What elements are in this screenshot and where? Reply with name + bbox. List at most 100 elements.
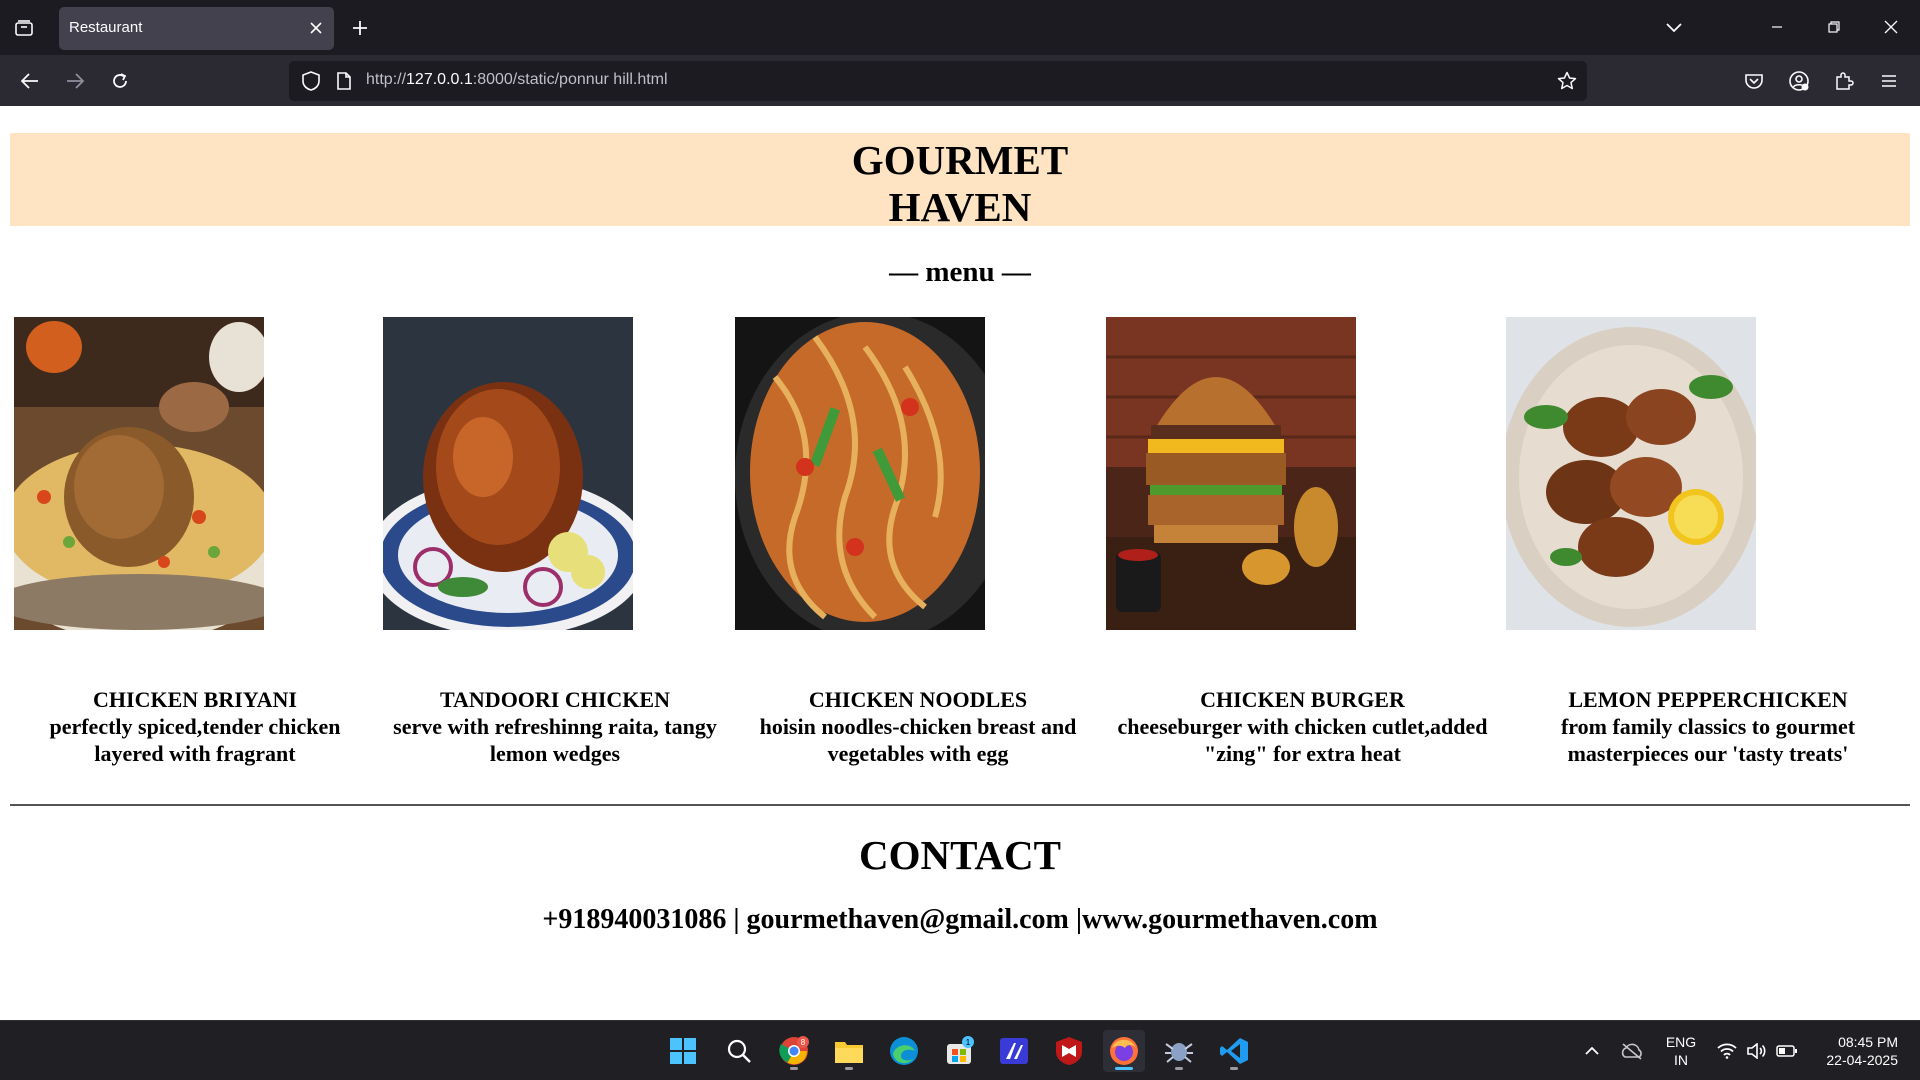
tab-list-icon <box>15 20 33 36</box>
close-window-button[interactable] <box>1868 10 1914 44</box>
noodles-photo <box>735 317 985 630</box>
restore-button[interactable] <box>1811 10 1857 44</box>
close-icon <box>310 22 322 34</box>
chrome-badge: 8 <box>801 1038 806 1047</box>
back-button[interactable] <box>14 65 46 97</box>
ms-store-icon: 1 <box>947 1036 974 1064</box>
dish-caption-4: CHICKEN BURGER cheeseburger with chicken… <box>1100 686 1505 767</box>
tracking-protection-button[interactable] <box>299 69 323 93</box>
dish-image-lemon-pepperchicken <box>1506 317 1756 630</box>
mcafee-icon <box>1056 1037 1082 1065</box>
hamburger-menu-icon <box>1882 75 1896 87</box>
dish-caption-5: LEMON PEPPERCHICKEN from family classics… <box>1528 686 1888 767</box>
taskbar-chrome[interactable]: 8 <box>773 1030 815 1072</box>
battery-tray[interactable] <box>1775 1039 1799 1063</box>
page-icon <box>337 72 351 90</box>
account-button[interactable] <box>1783 65 1815 97</box>
input-language-indicator[interactable]: ENG IN <box>1664 1033 1698 1069</box>
site-info-button[interactable] <box>332 69 356 93</box>
web-page: GOURMET HAVEN — menu — CHICKEN BRIYANI p… <box>0 106 1920 1020</box>
tab-list-button[interactable] <box>10 14 38 42</box>
edge-icon <box>890 1037 918 1065</box>
start-button[interactable] <box>662 1030 704 1072</box>
new-tab-button[interactable] <box>346 14 374 42</box>
windows-start-icon <box>670 1038 696 1064</box>
clock-time: 08:45 PM <box>1838 1034 1898 1050</box>
store-badge: 1 <box>966 1038 971 1047</box>
taskbar-edge[interactable] <box>883 1030 925 1072</box>
dish-description: serve with refreshinng raita, tangy lemo… <box>393 714 717 766</box>
dish-description: hoisin noodles-chicken breast and vegeta… <box>759 714 1077 766</box>
bug-app-icon <box>1165 1043 1193 1063</box>
browser-tabstrip: Restaurant <box>0 0 1920 55</box>
vscode-icon <box>1220 1038 1248 1064</box>
url-path: :8000/static/ponnur hill.html <box>472 71 668 88</box>
onedrive-tray[interactable] <box>1620 1039 1644 1063</box>
url-text[interactable]: http://127.0.0.1:8000/static/ponnur hill… <box>366 71 668 89</box>
url-bar[interactable]: http://127.0.0.1:8000/static/ponnur hill… <box>289 61 1587 101</box>
lang-line2: IN <box>1674 1052 1688 1068</box>
app-menu-button[interactable] <box>1873 65 1905 97</box>
dish-name: CHICKEN BRIYANI <box>93 687 297 712</box>
menu-heading: — menu — <box>889 256 1031 288</box>
taskbar-bug-app[interactable] <box>1158 1030 1200 1072</box>
taskbar-clock[interactable]: 08:45 PM 22-04-2025 <box>1806 1033 1898 1069</box>
dish-caption-1: CHICKEN BRIYANI perfectly spiced,tender … <box>15 686 375 767</box>
file-explorer-icon <box>835 1042 863 1063</box>
taskbar-ms-store[interactable]: 1 <box>938 1030 980 1072</box>
lang-line1: ENG <box>1665 1034 1697 1050</box>
tab-title: Restaurant <box>69 19 143 36</box>
close-icon <box>1884 20 1898 34</box>
minimize-button[interactable] <box>1754 10 1800 44</box>
search-icon <box>727 1039 751 1063</box>
extensions-button[interactable] <box>1828 65 1860 97</box>
show-hidden-icons-button[interactable] <box>1580 1039 1604 1063</box>
running-indicator <box>790 1067 798 1070</box>
taskbar-vscode[interactable] <box>1213 1030 1255 1072</box>
dish-image-chicken-briyani <box>14 317 264 630</box>
dish-image-chicken-burger <box>1106 317 1356 630</box>
running-indicator <box>845 1067 853 1070</box>
firefox-icon <box>1110 1037 1138 1065</box>
dish-image-tandoori-chicken <box>383 317 633 630</box>
pocket-button[interactable] <box>1738 65 1770 97</box>
dish-name: CHICKEN BURGER <box>1200 687 1405 712</box>
dish-image-chicken-noodles <box>735 317 985 630</box>
reload-icon <box>113 73 127 88</box>
active-tab[interactable]: Restaurant <box>59 7 334 50</box>
burger-photo <box>1106 317 1356 630</box>
running-indicator <box>1175 1067 1183 1070</box>
bookmark-button[interactable] <box>1555 69 1579 93</box>
wifi-tray[interactable] <box>1715 1039 1739 1063</box>
running-indicator <box>1230 1067 1238 1070</box>
onedrive-icon <box>1621 1043 1642 1060</box>
chevron-down-icon <box>1666 23 1682 33</box>
taskbar-mcafee[interactable] <box>1048 1030 1090 1072</box>
volume-tray[interactable] <box>1745 1039 1769 1063</box>
dish-name: TANDOORI CHICKEN <box>439 687 670 712</box>
dish-caption-2: TANDOORI CHICKEN serve with refreshinng … <box>375 686 735 767</box>
list-all-tabs-button[interactable] <box>1660 14 1688 42</box>
pocket-icon <box>1745 73 1763 89</box>
minimize-icon <box>1772 26 1782 28</box>
reload-button[interactable] <box>104 65 136 97</box>
section-divider <box>10 804 1910 806</box>
battery-icon <box>1776 1045 1797 1057</box>
taskbar-file-explorer[interactable] <box>828 1030 870 1072</box>
dish-caption-3: CHICKEN NOODLES hoisin noodles-chicken b… <box>738 686 1098 767</box>
header-banner: GOURMET HAVEN <box>10 133 1910 230</box>
dish-description: cheeseburger with chicken cutlet,added "… <box>1117 714 1488 766</box>
restaurant-title: GOURMET HAVEN <box>851 137 1069 230</box>
forward-button[interactable] <box>59 65 91 97</box>
plus-icon <box>353 21 367 35</box>
taskbar-search-button[interactable] <box>718 1030 760 1072</box>
taskbar-firefox[interactable] <box>1103 1030 1145 1072</box>
contact-heading: CONTACT <box>859 832 1061 878</box>
contact-details: +918940031086 | gourmethaven@gmail.com |… <box>542 904 1378 935</box>
tab-close-button[interactable] <box>306 18 326 38</box>
dish-description: from family classics to gourmet masterpi… <box>1560 714 1856 766</box>
dish-name: LEMON PEPPERCHICKEN <box>1568 687 1848 712</box>
dish-name: CHICKEN NOODLES <box>808 687 1028 712</box>
taskbar-app[interactable] <box>993 1030 1035 1072</box>
lemon-pepper-chicken-photo <box>1506 317 1756 630</box>
